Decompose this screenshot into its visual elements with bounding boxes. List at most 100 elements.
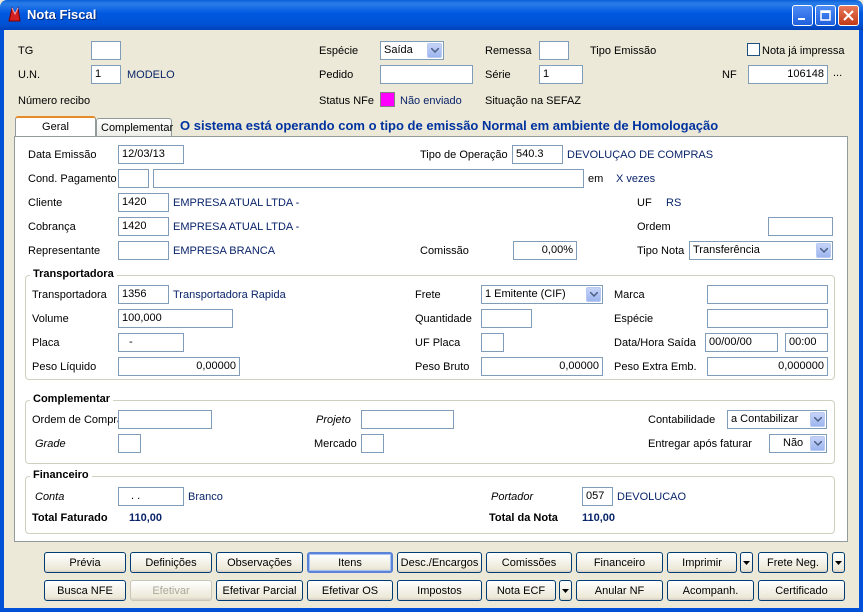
itens-button[interactable]: Itens xyxy=(307,552,393,573)
tipo-nota-select[interactable]: Transferência xyxy=(689,241,833,260)
especie-transp-input[interactable] xyxy=(707,309,828,328)
nf-lookup-button[interactable]: ... xyxy=(833,67,842,79)
anular-nf-button[interactable]: Anular NF xyxy=(576,580,663,601)
cond-pagamento-label: Cond. Pagamento xyxy=(28,173,117,185)
ordem-input[interactable] xyxy=(768,217,833,236)
grade-input[interactable] xyxy=(118,434,141,453)
transportadora-label: Transportadora xyxy=(32,289,107,301)
efetivar-parcial-button[interactable]: Efetivar Parcial xyxy=(216,580,303,601)
tipo-emissao-label: Tipo Emissão xyxy=(590,45,657,57)
contabilidade-select[interactable]: a Contabilizar xyxy=(727,410,827,429)
quantidade-input[interactable] xyxy=(481,309,532,328)
peso-bruto-input[interactable]: 0,00000 xyxy=(481,357,603,376)
peso-liquido-input[interactable]: 0,00000 xyxy=(118,357,240,376)
tab-complementar[interactable]: Complementar xyxy=(96,118,173,138)
uf-placa-label: UF Placa xyxy=(415,337,461,349)
serie-input[interactable]: 1 xyxy=(539,65,583,84)
data-saida-input[interactable]: 00/00/00 xyxy=(705,333,778,352)
representante-code-input[interactable] xyxy=(118,241,169,260)
chevron-down-icon xyxy=(816,243,831,258)
uf-placa-input[interactable] xyxy=(481,333,504,352)
tipo-operacao-input[interactable]: 540.3 xyxy=(512,145,563,164)
marca-input[interactable] xyxy=(707,285,828,304)
numero-recibo-label: Número recibo xyxy=(18,95,91,107)
nota-ecf-dropdown-button[interactable] xyxy=(559,580,572,601)
projeto-label: Projeto xyxy=(316,414,351,426)
imprimir-button[interactable]: Imprimir xyxy=(667,552,737,573)
portador-label: Portador xyxy=(491,491,534,503)
especie-select[interactable]: Saída xyxy=(380,41,444,60)
frete-value: 1 Emitente (CIF) xyxy=(485,288,566,300)
especie-value: Saída xyxy=(384,44,413,56)
marca-label: Marca xyxy=(614,289,645,301)
maximize-icon xyxy=(820,10,831,21)
impostos-button[interactable]: Impostos xyxy=(397,580,482,601)
mercado-label: Mercado xyxy=(314,438,357,450)
previa-button[interactable]: Prévia xyxy=(44,552,126,573)
frete-neg-button[interactable]: Frete Neg. xyxy=(758,552,828,573)
especie-transp-label: Espécie xyxy=(614,313,654,325)
entregar-select[interactable]: Não xyxy=(769,434,827,453)
placa-input[interactable]: - xyxy=(118,333,184,352)
desc-encargos-button[interactable]: Desc./Encargos xyxy=(397,552,482,573)
especie-label: Espécie xyxy=(319,45,359,57)
transportadora-code-input[interactable]: 1356 xyxy=(118,285,169,304)
definicoes-button[interactable]: Definições xyxy=(130,552,212,573)
conta-input[interactable]: . . xyxy=(118,487,184,506)
chevron-down-icon xyxy=(427,43,442,58)
app-icon xyxy=(8,6,21,22)
observacoes-button[interactable]: Observações xyxy=(216,552,303,573)
entregar-value: Não xyxy=(783,437,804,449)
remessa-input[interactable] xyxy=(539,41,569,60)
nf-input[interactable]: 106148 xyxy=(748,65,828,84)
imprimir-dropdown-button[interactable] xyxy=(740,552,753,573)
efetivar-os-button[interactable]: Efetivar OS xyxy=(307,580,393,601)
minimize-button[interactable] xyxy=(792,5,813,26)
frete-neg-dropdown-button[interactable] xyxy=(832,552,845,573)
tab-geral[interactable]: Geral xyxy=(15,116,96,138)
certificado-button[interactable]: Certificado xyxy=(758,580,845,601)
data-emissao-label: Data Emissão xyxy=(28,149,97,161)
comissao-input[interactable]: 0,00% xyxy=(513,241,577,260)
cond-pagamento-desc-input[interactable] xyxy=(153,169,584,188)
cobranca-code-input[interactable]: 1420 xyxy=(118,217,169,236)
uf-value: RS xyxy=(666,197,682,209)
contabilidade-label: Contabilidade xyxy=(648,414,716,426)
complementar-title: Complementar xyxy=(30,393,114,405)
un-input[interactable]: 1 xyxy=(91,65,121,84)
ordem-compra-input[interactable] xyxy=(118,410,212,429)
status-nfe-label: Status NFe xyxy=(319,95,375,107)
peso-extra-input[interactable]: 0,000000 xyxy=(707,357,828,376)
pedido-input[interactable] xyxy=(380,65,473,84)
hora-saida-input[interactable]: 00:00 xyxy=(785,333,828,352)
cliente-label: Cliente xyxy=(28,197,63,209)
em-label: em xyxy=(588,173,604,185)
tg-input[interactable] xyxy=(91,41,121,60)
portador-input[interactable]: 057 xyxy=(582,487,613,506)
grade-label: Grade xyxy=(35,438,66,450)
nota-impressa-checkbox[interactable] xyxy=(747,43,760,56)
conta-label: Conta xyxy=(35,491,65,503)
projeto-input[interactable] xyxy=(361,410,454,429)
acompanh-button[interactable]: Acompanh. xyxy=(667,580,754,601)
portador-name: DEVOLUCAO xyxy=(617,491,687,503)
volume-input[interactable]: 100,000 xyxy=(118,309,233,328)
data-emissao-input[interactable]: 12/03/13 xyxy=(118,145,184,164)
comissoes-button[interactable]: Comissões xyxy=(486,552,572,573)
cond-pagamento-code-input[interactable] xyxy=(118,169,149,188)
efetivar-button[interactable]: Efetivar xyxy=(130,580,212,601)
nota-ecf-button[interactable]: Nota ECF xyxy=(486,580,556,601)
total-nota-label: Total da Nota xyxy=(489,512,558,524)
close-button[interactable] xyxy=(838,5,859,26)
busca-nfe-button[interactable]: Busca NFE xyxy=(44,580,126,601)
cliente-code-input[interactable]: 1420 xyxy=(118,193,169,212)
status-nfe-indicator xyxy=(380,92,395,107)
financeiro-title: Financeiro xyxy=(30,469,92,481)
financeiro-button[interactable]: Financeiro xyxy=(576,552,663,573)
frete-select[interactable]: 1 Emitente (CIF) xyxy=(481,285,603,304)
chevron-down-icon xyxy=(810,436,825,451)
cobranca-label: Cobrança xyxy=(28,221,76,233)
maximize-button[interactable] xyxy=(815,5,836,26)
mercado-input[interactable] xyxy=(361,434,384,453)
close-icon xyxy=(843,10,854,21)
